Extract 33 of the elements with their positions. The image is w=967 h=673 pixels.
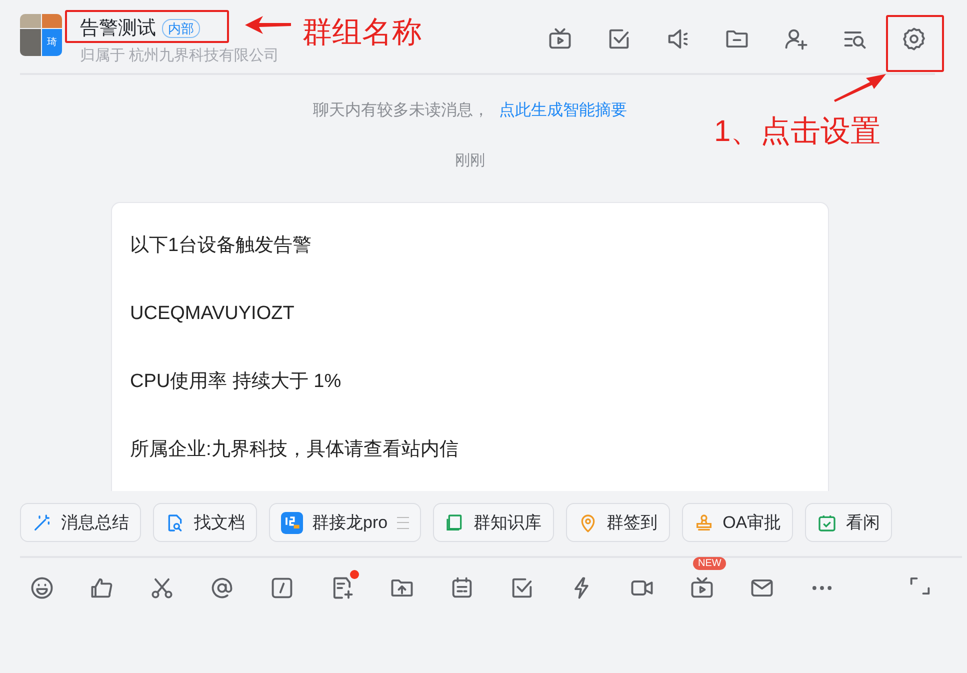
- app-logo-icon: [281, 512, 303, 534]
- group-owner-text: 归属于 杭州九界科技有限公司: [80, 47, 280, 65]
- avatar-badge: 琦: [42, 28, 62, 56]
- message-text: CPU使用率 持续大于 1%: [130, 370, 342, 394]
- group-title: 告警测试: [80, 17, 156, 41]
- quick-action-button[interactable]: 群接龙pro: [269, 503, 421, 542]
- annotation-label: 1、点击设置: [714, 114, 881, 150]
- internal-tag: 内部: [162, 18, 200, 38]
- unread-dot: [350, 570, 359, 579]
- at-sign-icon[interactable]: [209, 575, 235, 601]
- magic-wand-icon: [32, 512, 52, 532]
- settings-icon[interactable]: [901, 26, 927, 52]
- annotation-arrow: [834, 73, 886, 102]
- quick-action-button[interactable]: 群知识库: [432, 503, 554, 542]
- unread-notice: 聊天内有较多未读消息，: [313, 100, 489, 121]
- new-badge: NEW: [693, 557, 726, 570]
- emoji-icon[interactable]: [29, 575, 55, 601]
- stamp-icon: [694, 512, 714, 532]
- message-text: UCEQMAVUYIOZT: [130, 302, 296, 326]
- timestamp: 刚刚: [455, 151, 485, 170]
- quick-action-button[interactable]: 找文档: [153, 503, 257, 542]
- message-text: 以下1台设备触发告警: [130, 234, 313, 258]
- quick-action-button[interactable]: 消息总结: [20, 503, 141, 542]
- quick-action-button[interactable]: 看闲: [805, 503, 892, 542]
- slash-command-icon[interactable]: [269, 575, 295, 601]
- quick-action-button[interactable]: 群签到: [566, 503, 670, 542]
- quick-action-button[interactable]: OA审批: [682, 503, 794, 542]
- calendar-check-icon: [817, 512, 838, 532]
- annotation-label: 群组名称: [302, 15, 422, 51]
- message-text: 所属企业:九界科技，具体请查看站内信: [130, 438, 460, 462]
- annotation-arrow: [245, 15, 291, 35]
- drag-handle-icon[interactable]: [396, 516, 409, 528]
- highlight-box: [886, 15, 944, 72]
